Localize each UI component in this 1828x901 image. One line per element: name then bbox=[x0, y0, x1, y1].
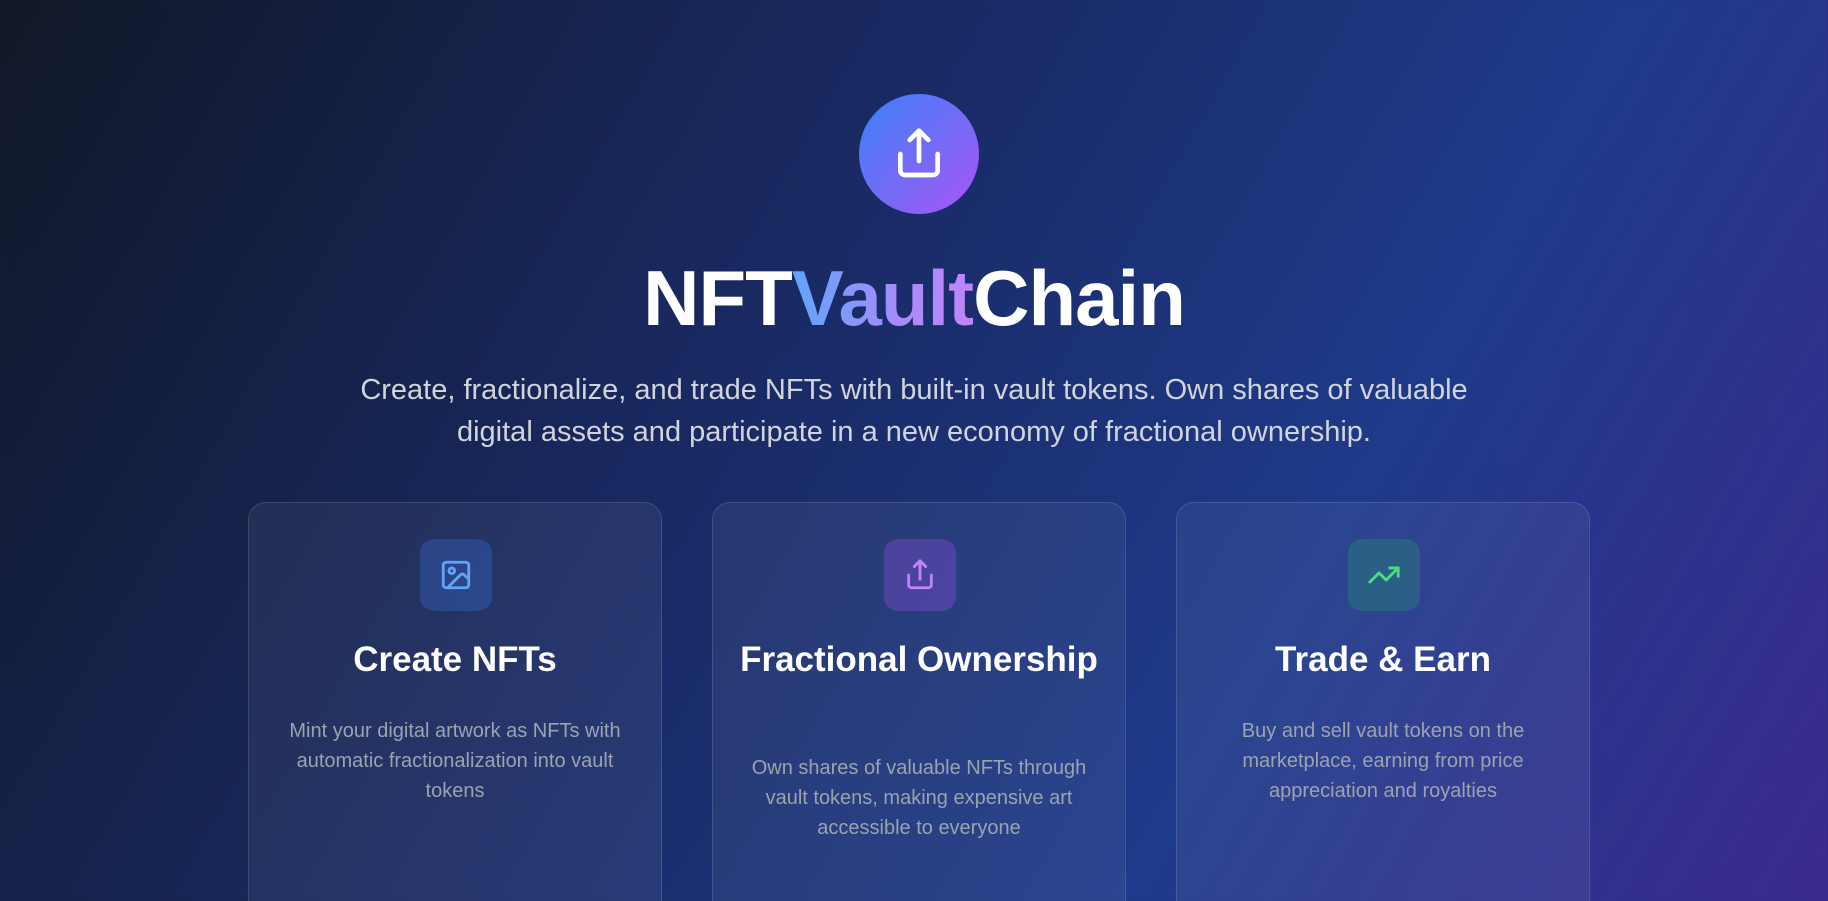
feature-title: Create NFTs bbox=[353, 640, 557, 679]
title-part-nft: NFT bbox=[643, 254, 793, 342]
page-title: NFTVaultChain bbox=[0, 253, 1828, 343]
feature-title: Trade & Earn bbox=[1275, 640, 1491, 679]
feature-card-trade-earn: Trade & Earn Buy and sell vault tokens o… bbox=[1176, 502, 1590, 901]
trending-up-icon bbox=[1368, 566, 1400, 584]
page-subtitle: Create, fractionalize, and trade NFTs wi… bbox=[360, 374, 1468, 448]
feature-description: Mint your digital artwork as NFTs with a… bbox=[289, 720, 621, 802]
feature-description: Own shares of valuable NFTs through vaul… bbox=[751, 757, 1087, 839]
feature-title: Fractional Ownership bbox=[740, 640, 1098, 679]
image-icon bbox=[441, 560, 471, 590]
feature-icon-box bbox=[420, 539, 492, 611]
hero-logo bbox=[859, 94, 979, 214]
title-part-vault: Vault bbox=[791, 254, 974, 342]
share-upload-icon bbox=[898, 128, 940, 178]
feature-icon-box bbox=[884, 539, 956, 611]
feature-card-create-nfts: Create NFTs Mint your digital artwork as… bbox=[248, 502, 662, 901]
title-part-chain: Chain bbox=[973, 254, 1186, 342]
feature-description: Buy and sell vault tokens on the marketp… bbox=[1241, 720, 1525, 802]
share-upload-icon bbox=[907, 559, 933, 590]
feature-card-fractional-ownership: Fractional Ownership Own shares of valua… bbox=[712, 502, 1126, 901]
feature-icon-box bbox=[1348, 539, 1420, 611]
